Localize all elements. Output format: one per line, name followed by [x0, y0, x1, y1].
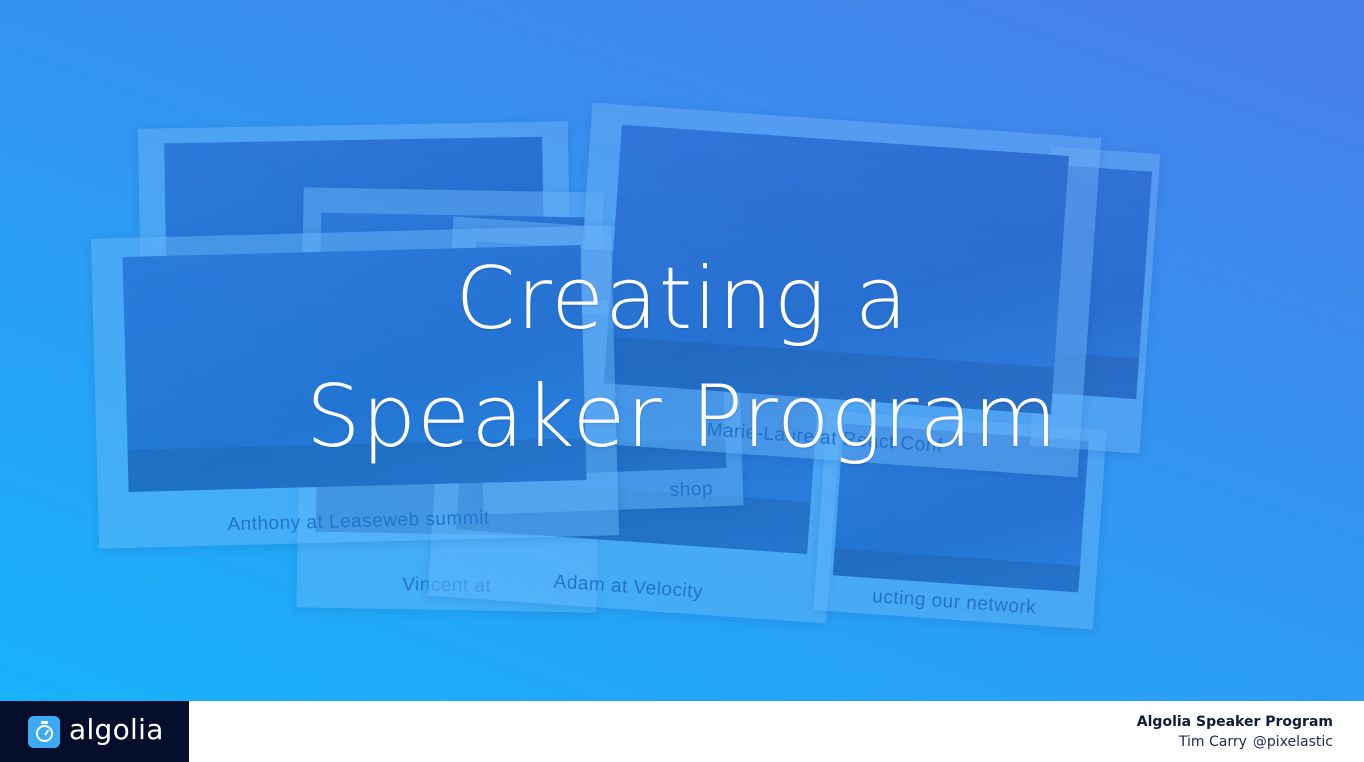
slide-title-line-1: Creating a	[455, 249, 909, 349]
photo-caption: Anthony at Leaseweb summit	[227, 507, 490, 536]
speaker-handle: @pixelastic	[1252, 734, 1333, 750]
program-name: Algolia Speaker Program	[1136, 714, 1333, 730]
algolia-logo: algolia	[0, 701, 189, 762]
algolia-stopwatch-icon	[28, 716, 60, 748]
slide-title: Creating a Speaker Program	[0, 240, 1364, 476]
slide-footer: algolia Algolia Speaker Program Tim Carr…	[0, 701, 1364, 762]
title-slide: Vincent at Adam at Velocity shop ucting …	[0, 0, 1364, 701]
logo-wordmark: algolia	[69, 713, 164, 746]
speaker-info: Tim Carry @pixelastic	[1137, 731, 1333, 753]
speaker-name: Tim Carry	[1178, 734, 1247, 750]
slide-title-line-2: Speaker Program	[305, 367, 1058, 467]
footer-credits: Algolia Speaker Program Tim Carry @pixela…	[1137, 713, 1333, 753]
